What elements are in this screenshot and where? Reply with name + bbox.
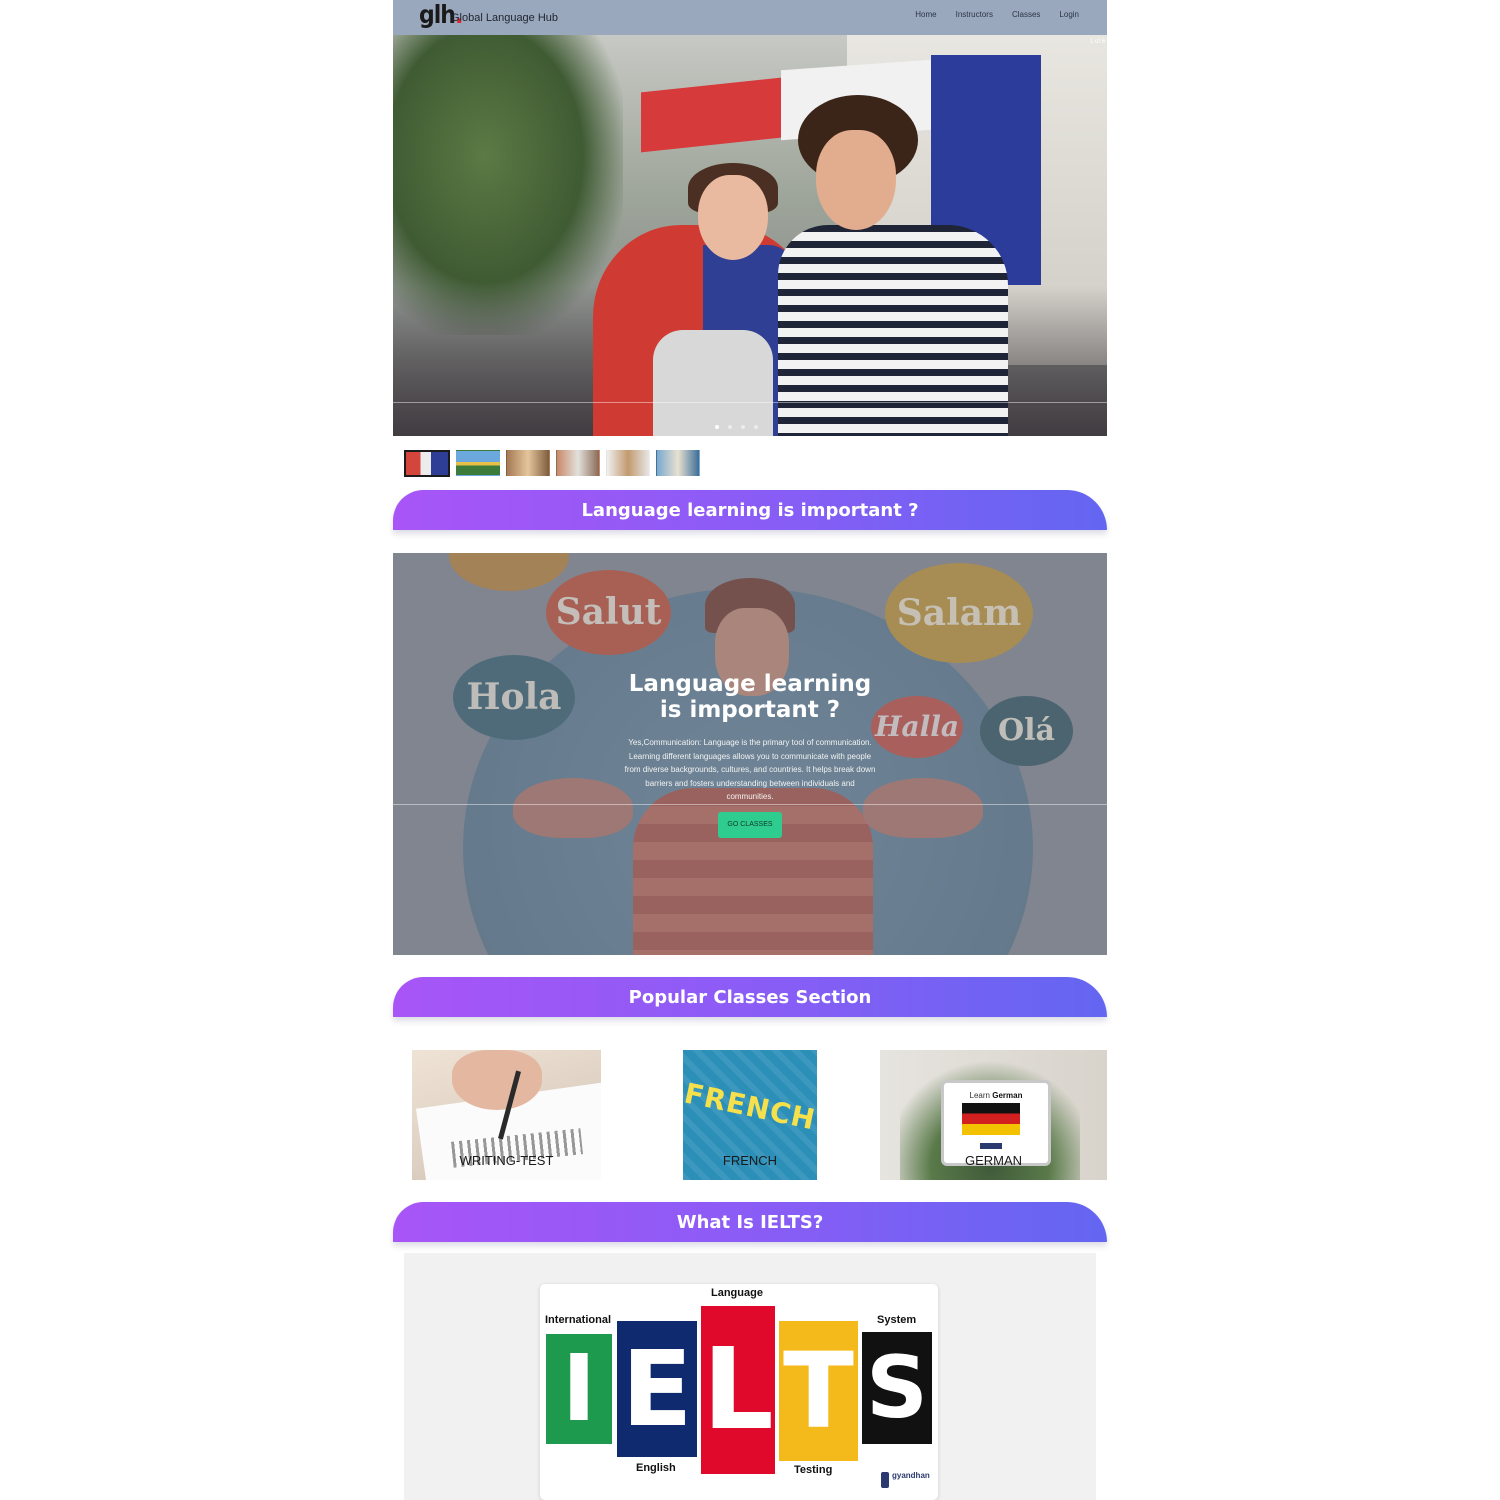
brand-name[interactable]: Global Language Hub (451, 12, 558, 24)
slide-counter: 1 of 6 (1089, 39, 1105, 45)
thumbnail-3[interactable] (506, 450, 550, 476)
thumbnail-4[interactable] (556, 450, 600, 476)
ielts-word-english: English (636, 1462, 676, 1474)
thumbnail-5[interactable] (606, 450, 650, 476)
panel-divider (393, 804, 1107, 805)
hero-divider (393, 402, 1107, 403)
ielts-logo-card: Language International System I E L T S … (540, 1284, 938, 1500)
hero-man (778, 95, 1038, 436)
carousel-dots (715, 425, 758, 429)
go-classes-button[interactable]: GO CLASSES (718, 812, 782, 838)
thumbnail-1[interactable] (404, 450, 450, 477)
panel-title-line: Language learning (628, 671, 872, 697)
gyandhan-watermark: gyandhan (892, 1471, 930, 1480)
section-title: Language learning is important ? (581, 500, 919, 521)
carousel-thumbnails (404, 450, 700, 477)
page: glh. Global Language Hub Home Instructor… (393, 0, 1107, 1500)
thumbnail-2[interactable] (456, 450, 500, 476)
ielts-letter-l: L (701, 1306, 775, 1474)
section-header-importance: Language learning is important ? (393, 490, 1107, 530)
ielts-letter-t: T (779, 1321, 858, 1461)
navbar: glh. Global Language Hub Home Instructor… (393, 0, 1107, 35)
section-header-popular: Popular Classes Section (393, 977, 1107, 1017)
ielts-word-system: System (877, 1314, 917, 1326)
class-label: FRENCH (722, 1153, 778, 1168)
carousel-dot[interactable] (741, 425, 745, 429)
class-card-writing-test[interactable]: WRITING-TEST (412, 1050, 601, 1180)
class-card-german[interactable]: Learn German GERMAN (880, 1050, 1107, 1180)
class-label: WRITING-TEST (459, 1153, 554, 1168)
section-title: What Is IELTS? (676, 1212, 824, 1233)
german-flag (962, 1103, 1020, 1135)
section-header-ielts: What Is IELTS? (393, 1202, 1107, 1242)
ielts-letter-i: I (546, 1334, 612, 1444)
language-panel: Salut Salam Hola Halla Olá Language lear… (393, 553, 1107, 955)
panel-title-line: is important ? (659, 697, 841, 723)
nav-link-instructors[interactable]: Instructors (956, 10, 993, 19)
ielts-letter-s: S (862, 1332, 932, 1444)
nav-link-login[interactable]: Login (1059, 10, 1079, 19)
hand-image (452, 1050, 542, 1110)
panel-title: Language learning is important ? (593, 671, 907, 723)
panel-body-text: Yes,Communication: Language is the prima… (624, 738, 876, 801)
nav-links: Home Instructors Classes Login (896, 10, 1079, 19)
logo-mark: glh (419, 1, 456, 30)
thumbnail-6[interactable] (656, 450, 700, 476)
class-card-french[interactable]: FRENCH FRENCH (683, 1050, 817, 1180)
ielts-section: Language International System I E L T S … (404, 1253, 1096, 1500)
tablet-text-plain: Learn (969, 1091, 993, 1100)
ielts-word-international: International (545, 1314, 612, 1326)
tablet-text: Learn German (944, 1091, 1048, 1100)
nav-link-classes[interactable]: Classes (1012, 10, 1040, 19)
class-label: GERMAN (964, 1153, 1023, 1168)
carousel-dot[interactable] (754, 425, 758, 429)
ielts-letter-e: E (617, 1321, 697, 1457)
carousel-dot[interactable] (728, 425, 732, 429)
enter-bar (980, 1143, 1002, 1149)
nav-link-home[interactable]: Home (915, 10, 936, 19)
carousel-dot[interactable] (715, 425, 719, 429)
section-title: Popular Classes Section (628, 987, 872, 1008)
hero-carousel[interactable]: 1 of 6 (393, 35, 1107, 436)
ielts-word-testing: Testing (794, 1464, 833, 1476)
ielts-word-language: Language (711, 1287, 763, 1299)
tablet-text-bold: German (992, 1091, 1023, 1100)
